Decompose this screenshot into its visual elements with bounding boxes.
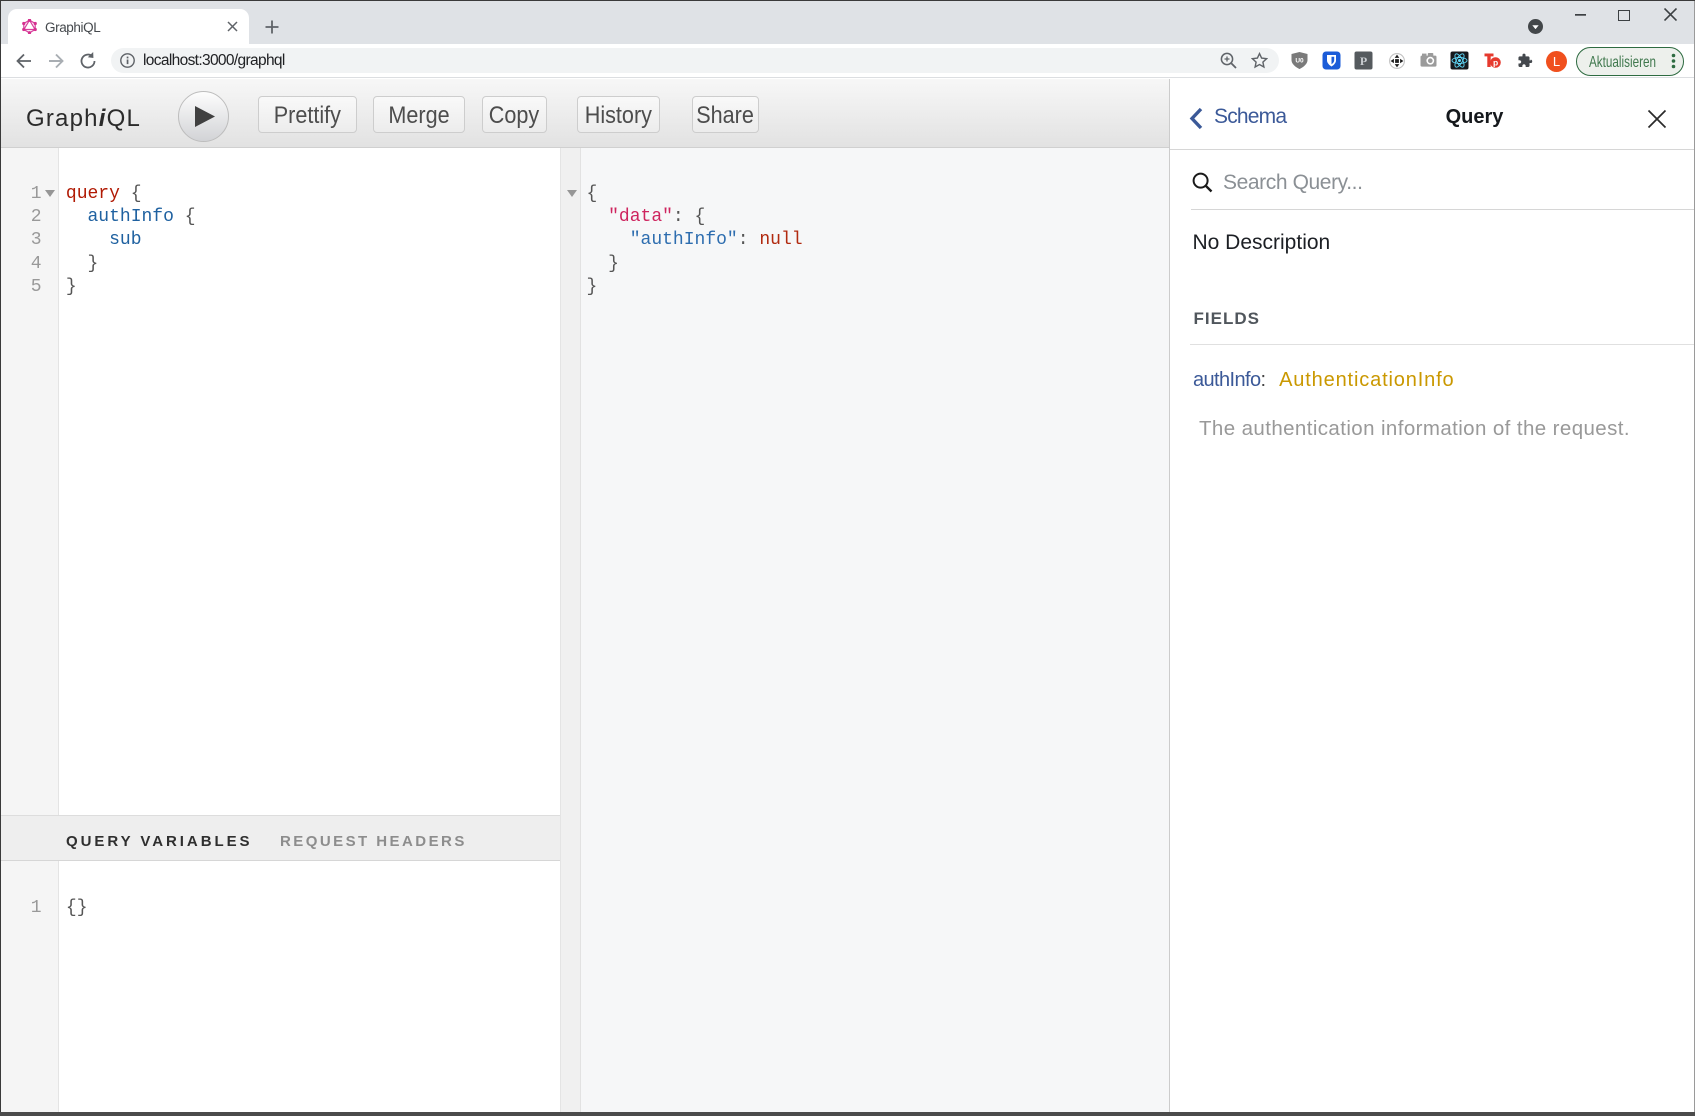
svg-text:p: p	[1493, 58, 1498, 68]
svg-text:P: P	[1360, 54, 1367, 68]
svg-text:Aktualisieren: Aktualisieren	[1589, 54, 1656, 71]
svg-text:U0: U0	[1295, 58, 1304, 65]
